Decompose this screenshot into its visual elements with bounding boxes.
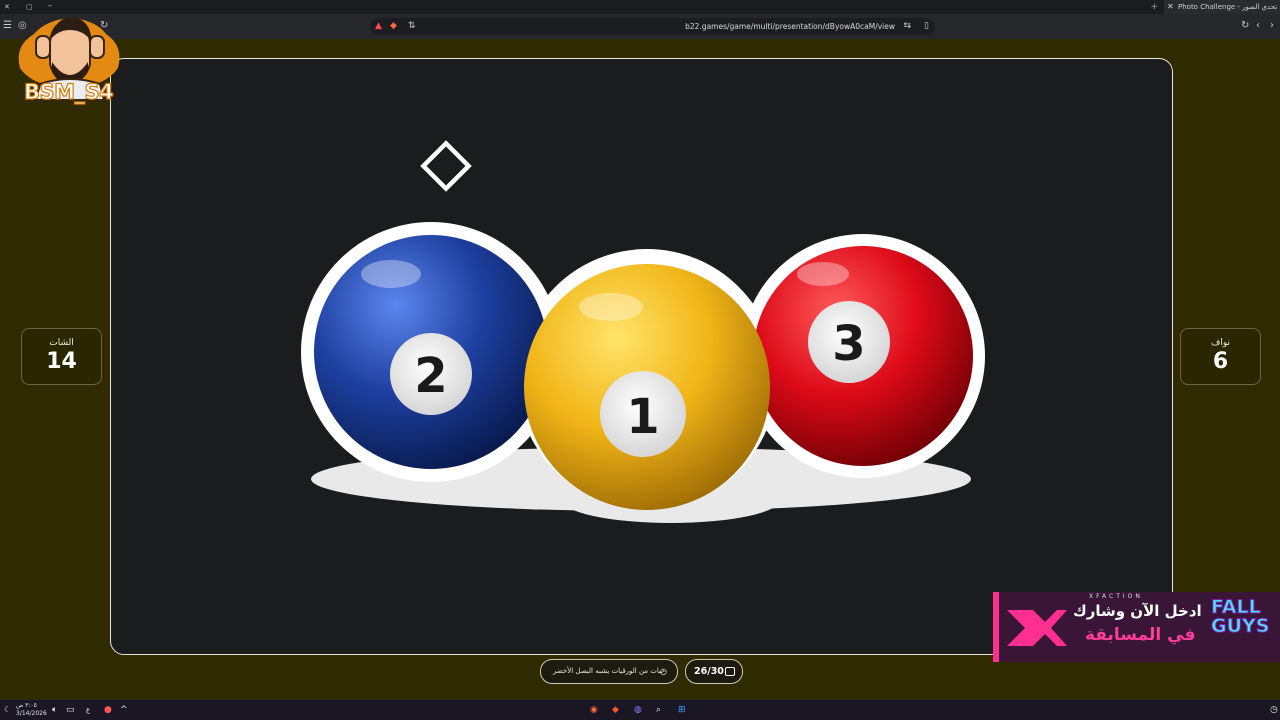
counter-text: 26/30 xyxy=(694,666,724,677)
team-score: 6 xyxy=(1212,349,1229,374)
pool-ball-3: 3 xyxy=(753,246,973,466)
team-score-right: نواف 6 xyxy=(1180,328,1261,385)
address-bar[interactable]: ▲ ◆ ⇅ b22.games/game/multi/presentation/… xyxy=(370,18,935,35)
image-stage: 2 3 1 xyxy=(110,58,1173,655)
xfaction-logo xyxy=(993,592,1067,662)
streamer-name: BSM_S4 xyxy=(23,79,114,104)
weather-icon[interactable]: ☾ xyxy=(4,703,11,717)
team-score-left: الشات 14 xyxy=(21,328,102,385)
microphone-icon[interactable]: ● xyxy=(104,703,112,717)
brave-shields-icon[interactable]: ◆ xyxy=(390,20,397,32)
pool-ball-2: 2 xyxy=(314,235,548,469)
discord-icon[interactable]: ◍ xyxy=(634,703,642,717)
diamond-icon xyxy=(420,140,472,192)
clock-date: 3/14/2026 xyxy=(16,710,47,717)
ball-number: 2 xyxy=(414,348,447,404)
ball-number: 1 xyxy=(626,389,659,445)
image-icon xyxy=(725,667,735,676)
brave-icon[interactable]: ◆ xyxy=(612,703,619,717)
input-language-icon[interactable]: ع xyxy=(86,703,90,717)
hint-pill[interactable]: نبات من الورقيات يشبه البصل الأخضر ◷ xyxy=(540,659,678,684)
share-icon[interactable]: ⇅ xyxy=(408,20,416,32)
bookmark-icon[interactable]: ▯ xyxy=(924,20,929,32)
forward-icon[interactable]: › xyxy=(1270,20,1274,32)
clock-time: ٣:٠٥ ص xyxy=(16,702,37,709)
tray-expand-icon[interactable]: ^ xyxy=(120,703,128,717)
streamer-logo: BSM_S4 xyxy=(6,6,134,105)
image-counter: 26/30 xyxy=(685,659,743,684)
promo-line-2: في المسابقة xyxy=(1085,625,1196,645)
promo-line-1: ادخل الآن وشارك xyxy=(1073,602,1202,620)
close-tab-icon[interactable]: ✕ xyxy=(1167,0,1174,14)
ball-number: 3 xyxy=(832,316,865,372)
tab-photo-challenge[interactable]: ✕ Photo Challenge - تحدي الصور xyxy=(1164,0,1280,14)
tab-strip: ✕ ▢ – + ✕ Photo Challenge - تحدي الصور xyxy=(0,0,1280,14)
promo-banner: XFACTION ادخل الآن وشارك في المسابقة FAL… xyxy=(993,592,1280,662)
os-taskbar: ☾ ٣:٠٥ ص 3/14/2026 🔈︎ ▭ ع ● ^ ◉ ◆ ◍ ⌕ ⊞ … xyxy=(0,700,1280,720)
team-name: نواف xyxy=(1211,338,1230,348)
notifications-icon[interactable]: ◷ xyxy=(1270,703,1278,717)
back-icon[interactable]: ‹ xyxy=(1256,20,1260,32)
tab-title: Photo Challenge - تحدي الصور xyxy=(1178,3,1278,11)
timer-icon: ◷ xyxy=(660,667,667,676)
url-text[interactable]: b22.games/game/multi/presentation/dByowA… xyxy=(685,21,895,32)
team-score: 14 xyxy=(46,349,77,374)
network-icon[interactable]: ▭ xyxy=(66,703,75,717)
fall-guys-logo: FALL GUYS xyxy=(1211,596,1270,637)
tune-icon[interactable]: ⇆ xyxy=(903,20,911,32)
pool-ball-1: 1 xyxy=(524,264,770,510)
brave-rewards-icon[interactable]: ▲ xyxy=(375,20,382,32)
promo-brand: XFACTION xyxy=(1089,593,1143,600)
hint-text: نبات من الورقيات يشبه البصل الأخضر xyxy=(553,667,664,675)
refresh-icon[interactable]: ↻ xyxy=(1241,20,1249,32)
pool-balls-image: 2 3 1 xyxy=(301,140,985,523)
search-icon[interactable]: ⌕ xyxy=(656,703,661,717)
windows-start-icon[interactable]: ⊞ xyxy=(678,703,686,717)
team-name: الشات xyxy=(49,338,74,348)
system-clock[interactable]: ٣:٠٥ ص 3/14/2026 xyxy=(16,702,47,718)
volume-icon[interactable]: 🔈︎ xyxy=(52,703,57,717)
new-tab-button[interactable]: + xyxy=(1150,0,1158,14)
obs-icon[interactable]: ◉ xyxy=(590,703,598,717)
